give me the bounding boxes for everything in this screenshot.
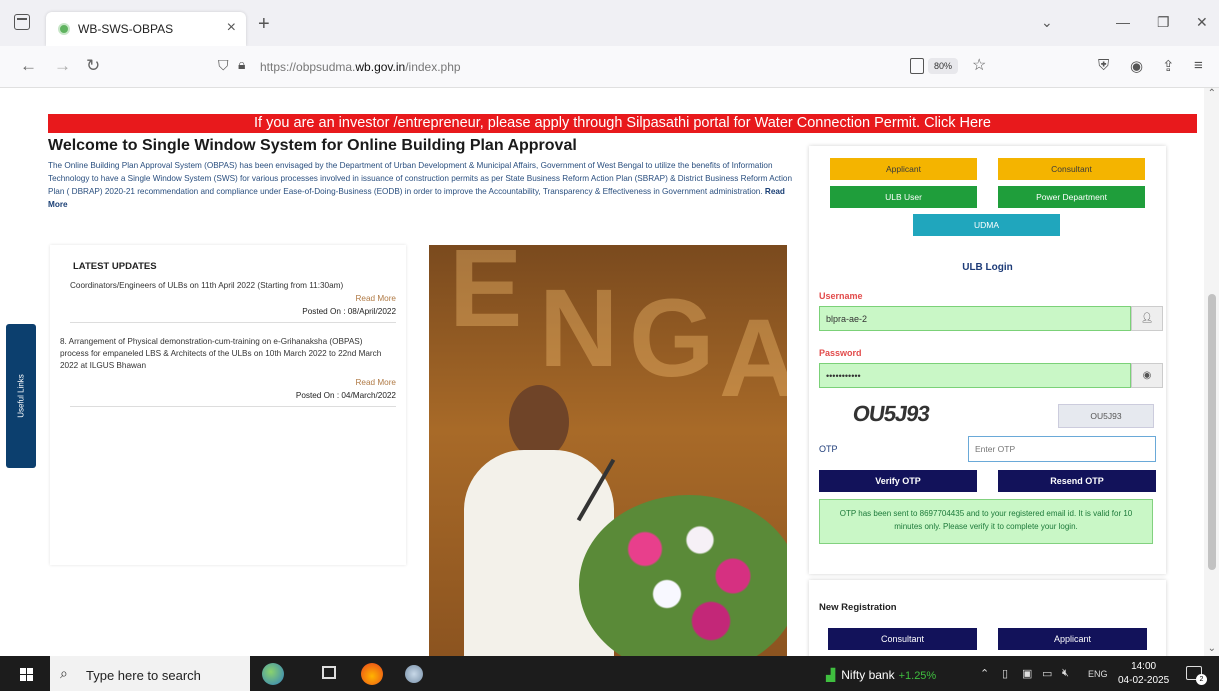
page-content: ⌃ ⌄ If you are an investor /entrepreneur… [0, 88, 1219, 656]
menu-hamburger-icon[interactable]: ≡ [1194, 57, 1203, 74]
share-icon[interactable]: ⇪ [1162, 57, 1175, 75]
new-tab-button[interactable]: + [258, 16, 270, 32]
account-icon[interactable]: ◉ [1130, 57, 1143, 75]
nifty-bank-ticker[interactable]: ▟Nifty bank+1.25% [826, 668, 936, 682]
app-icon[interactable] [405, 665, 423, 683]
useful-links-tab[interactable]: Useful Links [6, 324, 36, 468]
update-divider [70, 406, 396, 407]
taskbar-search-box[interactable]: ⌕ Type here to search [50, 656, 250, 691]
intro-paragraph: The Online Building Plan Approval System… [48, 159, 798, 211]
speaker-head [509, 385, 569, 459]
scroll-down-icon[interactable]: ⌄ [1208, 643, 1216, 654]
tab-list-icon[interactable] [14, 14, 30, 30]
reload-icon[interactable]: ↻ [86, 56, 100, 76]
chief-minister-photo: E N G A [429, 245, 787, 656]
forward-arrow-icon[interactable]: → [54, 56, 71, 76]
new-registration-title: New Registration [819, 602, 897, 613]
task-view-icon[interactable] [322, 666, 336, 679]
page-scrollbar[interactable]: ⌃ ⌄ [1204, 88, 1219, 656]
pocket-icon[interactable]: ⛨ [1098, 57, 1109, 74]
applicant-role-button[interactable]: Applicant [830, 158, 977, 180]
windows-start-icon[interactable] [20, 668, 33, 681]
verify-otp-button[interactable]: Verify OTP [819, 470, 977, 492]
close-tab-icon[interactable]: × [227, 19, 236, 37]
firefox-icon[interactable] [361, 663, 383, 685]
update-item-text: Coordinators/Engineers of ULBs on 11th A… [70, 280, 400, 292]
login-panel: Applicant Consultant ULB User Power Depa… [809, 146, 1166, 574]
latest-updates-panel: LATEST UPDATES Coordinators/Engineers of… [50, 245, 406, 565]
username-field-group: 👤︎ [819, 306, 1163, 331]
latest-updates-heading: LATEST UPDATES [73, 261, 157, 272]
show-password-eye-icon[interactable]: ◉ [1131, 363, 1163, 388]
user-icon: 👤︎ [1131, 306, 1163, 331]
ulb-user-role-button[interactable]: ULB User [830, 186, 977, 208]
page-title: Welcome to Single Window System for Onli… [48, 137, 577, 155]
reader-view-icon[interactable] [910, 58, 924, 74]
stock-chart-icon: ▟ [826, 668, 835, 682]
backdrop-lettering: E [449, 245, 522, 352]
otp-sent-message: OTP has been sent to 8697704435 and to y… [819, 499, 1153, 544]
backdrop-lettering: G [629, 275, 715, 402]
windows-taskbar: ⌕ Type here to search ▟Nifty bank+1.25% … [0, 656, 1219, 691]
shield-icon[interactable]: ⛉ [218, 57, 229, 74]
update-posted-date: Posted On : 08/April/2022 [302, 307, 396, 316]
bookmark-star-icon[interactable]: ☆ [972, 55, 986, 75]
site-favicon-icon [58, 23, 70, 35]
power-department-role-button[interactable]: Power Department [998, 186, 1145, 208]
update-read-more-link[interactable]: Read More [355, 378, 396, 387]
taskbar-clock[interactable]: 14:00 04-02-2025 [1118, 660, 1169, 688]
captcha-image: OU5J93 [851, 401, 931, 427]
battery-icon[interactable]: ▯ [1002, 667, 1008, 680]
volume-muted-icon[interactable]: 🔇︎ [1062, 667, 1069, 680]
silpasathi-banner-link[interactable]: If you are an investor /entrepreneur, pl… [48, 114, 1197, 133]
captcha-value-field: OU5J93 [1058, 404, 1154, 428]
language-indicator[interactable]: ENG [1088, 669, 1108, 679]
login-title: ULB Login [809, 262, 1166, 273]
show-hidden-icons-icon[interactable]: ⌃ [980, 667, 989, 680]
otp-label: OTP [819, 444, 838, 454]
register-consultant-button[interactable]: Consultant [828, 628, 977, 650]
zoom-level-badge[interactable]: 80% [928, 58, 958, 74]
backdrop-lettering: N [539, 265, 618, 392]
register-applicant-button[interactable]: Applicant [998, 628, 1147, 650]
resend-otp-button[interactable]: Resend OTP [998, 470, 1156, 492]
search-icon: ⌕ [60, 665, 68, 682]
clock-date: 04-02-2025 [1118, 674, 1169, 688]
minimize-window-button[interactable]: — [1116, 14, 1130, 30]
close-window-button[interactable]: ✕ [1196, 14, 1208, 31]
tab-title: WB-SWS-OBPAS [78, 22, 173, 36]
new-registration-panel: New Registration Consultant Applicant [809, 580, 1166, 656]
password-input[interactable] [819, 363, 1131, 388]
udma-role-button[interactable]: UDMA [913, 214, 1060, 236]
update-posted-date: Posted On : 04/March/2022 [296, 391, 396, 400]
backdrop-lettering: A [719, 295, 787, 422]
display-icon[interactable]: ▣ [1022, 667, 1032, 680]
weather-widget-icon[interactable] [262, 663, 284, 685]
username-input[interactable] [819, 306, 1131, 331]
update-divider [70, 322, 396, 323]
url-text[interactable]: https://obpsudma.wb.gov.in/index.php [260, 60, 461, 74]
taskbar-search-text: Type here to search [86, 668, 201, 683]
password-label: Password [819, 348, 862, 358]
restore-window-button[interactable]: ❐ [1157, 14, 1170, 31]
browser-nav-bar: ← → ↻ ⛉ 🔒︎ https://obpsudma.wb.gov.in/in… [0, 46, 1219, 88]
consultant-role-button[interactable]: Consultant [998, 158, 1145, 180]
otp-input[interactable] [968, 436, 1156, 462]
browser-tab[interactable]: WB-SWS-OBPAS × [46, 12, 246, 46]
browser-tab-bar: WB-SWS-OBPAS × + ⌄ — ❐ ✕ [0, 0, 1219, 46]
network-icon[interactable]: ▭ [1042, 667, 1052, 680]
tab-dropdown-icon[interactable]: ⌄ [1041, 14, 1053, 31]
username-label: Username [819, 291, 863, 301]
scroll-thumb[interactable] [1208, 294, 1216, 570]
scroll-up-icon[interactable]: ⌃ [1208, 88, 1216, 99]
back-arrow-icon[interactable]: ← [20, 56, 37, 76]
clock-time: 14:00 [1118, 660, 1169, 674]
lock-icon[interactable]: 🔒︎ [238, 56, 245, 73]
update-item-text: 8. Arrangement of Physical demonstration… [60, 336, 382, 372]
password-field-group: ◉ [819, 363, 1163, 388]
notification-center-icon[interactable]: 2 [1186, 666, 1202, 680]
update-read-more-link[interactable]: Read More [355, 294, 396, 303]
address-bar[interactable]: ⛉ 🔒︎ https://obpsudma.wb.gov.in/index.ph… [210, 54, 1000, 80]
